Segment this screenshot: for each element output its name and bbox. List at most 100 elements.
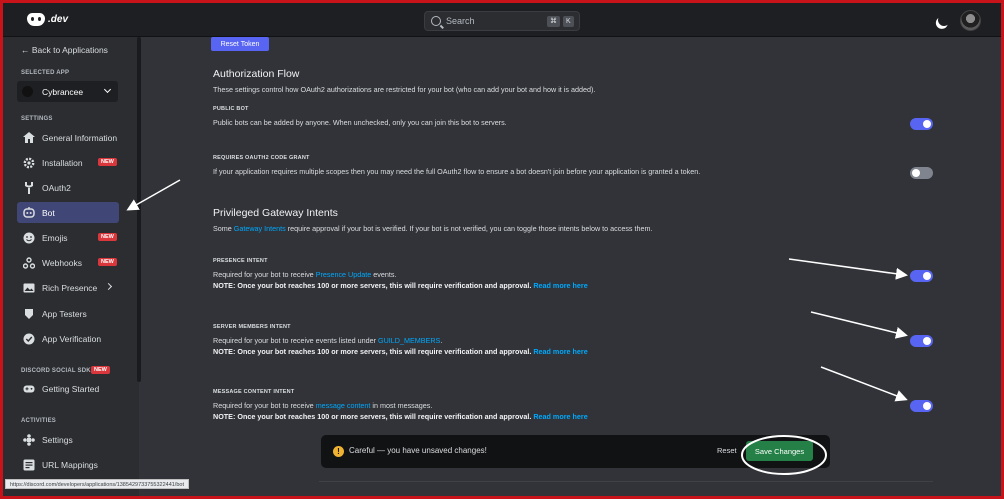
sidebar-scrollbar[interactable] bbox=[137, 37, 141, 382]
sidebar-item-label: General Information bbox=[42, 132, 118, 143]
divider bbox=[319, 481, 933, 482]
oauth2-code-grant-label: REQUIRES OAUTH2 CODE GRANT bbox=[213, 155, 310, 161]
sidebar-item-label: Rich Presence bbox=[42, 282, 98, 293]
sidebar-item-label: Emojis bbox=[42, 232, 68, 243]
sidebar-item-url-mappings[interactable]: URL Mappings bbox=[17, 454, 119, 475]
server-members-intent-note: NOTE: Once your bot reaches 100 or more … bbox=[213, 347, 588, 356]
message-content-intent-label: MESSAGE CONTENT INTENT bbox=[213, 389, 295, 395]
verify-icon bbox=[22, 333, 35, 345]
sidebar-item-app-testers[interactable]: App Testers bbox=[17, 303, 119, 324]
message-content-link[interactable]: message content bbox=[316, 401, 371, 410]
back-to-applications-link[interactable]: ← Back to Applications bbox=[21, 45, 108, 55]
presence-text-post: events. bbox=[371, 270, 397, 279]
wrench-icon bbox=[22, 181, 35, 194]
server-members-intent-label: SERVER MEMBERS INTENT bbox=[213, 324, 291, 330]
sidebar-item-emojis[interactable]: Emojis NEW bbox=[17, 227, 119, 248]
link-icon bbox=[22, 459, 35, 471]
shortcut-key-cmd: ⌘ bbox=[547, 16, 560, 27]
note-text: NOTE: Once your bot reaches 100 or more … bbox=[213, 281, 532, 290]
search-input[interactable]: Search ⌘ K bbox=[424, 11, 580, 31]
activities-heading: ACTIVITIES bbox=[21, 418, 57, 424]
chevron-down-icon bbox=[103, 85, 112, 94]
sidebar-item-getting-started[interactable]: Getting Started bbox=[17, 378, 119, 399]
toggle-knob bbox=[923, 337, 931, 345]
sidebar-item-webhooks[interactable]: Webhooks NEW bbox=[17, 252, 119, 273]
reset-token-button[interactable]: Reset Token bbox=[211, 37, 269, 51]
message-content-intent-toggle[interactable] bbox=[910, 400, 933, 412]
unsaved-changes-message: Careful — you have unsaved changes! bbox=[349, 446, 487, 455]
picture-icon bbox=[22, 282, 35, 294]
sidebar-item-label: OAuth2 bbox=[42, 182, 71, 193]
members-text-post: . bbox=[440, 336, 443, 345]
robot-icon bbox=[22, 207, 35, 219]
app-selector[interactable]: Cybrancee bbox=[17, 81, 118, 102]
shortcut-key-k: K bbox=[563, 16, 574, 27]
moon-icon[interactable] bbox=[936, 12, 951, 27]
toggle-knob bbox=[923, 272, 931, 280]
new-badge: NEW bbox=[91, 366, 110, 374]
presence-intent-label: PRESENCE INTENT bbox=[213, 258, 268, 264]
bot-settings-panel: Reset Token Authorization Flow These set… bbox=[143, 37, 1001, 496]
app-name: Cybrancee bbox=[42, 86, 84, 97]
intents-desc-pre: Some bbox=[213, 224, 234, 233]
privileged-intents-description: Some Gateway Intents require approval if… bbox=[213, 224, 652, 233]
presence-intent-toggle[interactable] bbox=[910, 270, 933, 282]
read-more-link[interactable]: Read more here bbox=[533, 347, 587, 356]
unsaved-changes-bar: ! Careful — you have unsaved changes! Re… bbox=[321, 435, 830, 468]
sidebar-item-installation[interactable]: Installation NEW bbox=[17, 152, 119, 173]
logo-text: .dev bbox=[48, 14, 69, 25]
gamepad-icon bbox=[22, 383, 35, 395]
read-more-link[interactable]: Read more here bbox=[533, 281, 587, 290]
chevron-right-icon bbox=[104, 282, 113, 291]
save-changes-button[interactable]: Save Changes bbox=[746, 441, 813, 461]
reset-button[interactable]: Reset bbox=[717, 446, 737, 455]
search-placeholder: Search bbox=[446, 16, 475, 26]
authorization-flow-title: Authorization Flow bbox=[213, 68, 300, 80]
top-bar: .dev Search ⌘ K bbox=[3, 3, 1001, 37]
authorization-flow-description: These settings control how OAuth2 author… bbox=[213, 85, 596, 94]
warning-icon: ! bbox=[333, 446, 344, 457]
members-text-pre: Required for your bot to receive events … bbox=[213, 336, 379, 345]
discord-dev-logo[interactable]: .dev bbox=[27, 13, 68, 26]
sidebar-item-oauth2[interactable]: OAuth2 bbox=[17, 177, 119, 198]
new-badge: NEW bbox=[98, 258, 117, 266]
sidebar-item-activities-settings[interactable]: Settings bbox=[17, 429, 119, 450]
status-bar-url: https://discord.com/developers/applicati… bbox=[5, 479, 189, 489]
presence-intent-note: NOTE: Once your bot reaches 100 or more … bbox=[213, 281, 588, 290]
privileged-intents-title: Privileged Gateway Intents bbox=[213, 207, 338, 219]
guild-members-link[interactable]: GUILD_MEMBERS bbox=[378, 336, 440, 345]
presence-intent-description: Required for your bot to receive Presenc… bbox=[213, 270, 396, 279]
home-icon bbox=[22, 132, 35, 144]
message-content-intent-note: NOTE: Once your bot reaches 100 or more … bbox=[213, 412, 588, 421]
toggle-knob bbox=[912, 169, 920, 177]
new-badge: NEW bbox=[98, 158, 117, 166]
search-icon bbox=[431, 16, 441, 26]
sidebar-item-general-information[interactable]: General Information bbox=[17, 127, 119, 148]
gateway-intents-link[interactable]: Gateway Intents bbox=[234, 224, 286, 233]
toggle-knob bbox=[923, 402, 931, 410]
avatar[interactable] bbox=[960, 10, 981, 31]
sidebar-item-bot[interactable]: Bot bbox=[17, 202, 119, 223]
discord-social-sdk-heading: DISCORD SOCIAL SDK bbox=[21, 368, 91, 374]
oauth2-code-grant-toggle[interactable] bbox=[910, 167, 933, 179]
sidebar-item-rich-presence[interactable]: Rich Presence bbox=[17, 277, 119, 298]
sidebar-item-label: App Verification bbox=[42, 333, 102, 344]
message-text-post: in most messages. bbox=[370, 401, 433, 410]
sidebar-item-app-verification[interactable]: App Verification bbox=[17, 328, 119, 349]
sidebar-item-label: Getting Started bbox=[42, 383, 100, 394]
public-bot-label: PUBLIC BOT bbox=[213, 106, 249, 112]
read-more-link[interactable]: Read more here bbox=[533, 412, 587, 421]
presence-text-pre: Required for your bot to receive bbox=[213, 270, 316, 279]
public-bot-description: Public bots can be added by anyone. When… bbox=[213, 118, 507, 127]
public-bot-toggle[interactable] bbox=[910, 118, 933, 130]
presence-update-link[interactable]: Presence Update bbox=[316, 270, 372, 279]
sidebar: ← Back to Applications SELECTED APP Cybr… bbox=[3, 37, 139, 496]
oauth2-code-grant-description: If your application requires multiple sc… bbox=[213, 167, 701, 176]
app-avatar bbox=[22, 86, 33, 97]
sidebar-item-label: Webhooks bbox=[42, 257, 83, 268]
discord-logo-icon bbox=[27, 13, 45, 26]
sidebar-item-label: App Testers bbox=[42, 308, 87, 319]
server-members-intent-toggle[interactable] bbox=[910, 335, 933, 347]
note-text: NOTE: Once your bot reaches 100 or more … bbox=[213, 412, 532, 421]
intents-desc-post: require approval if your bot is verified… bbox=[285, 224, 653, 233]
